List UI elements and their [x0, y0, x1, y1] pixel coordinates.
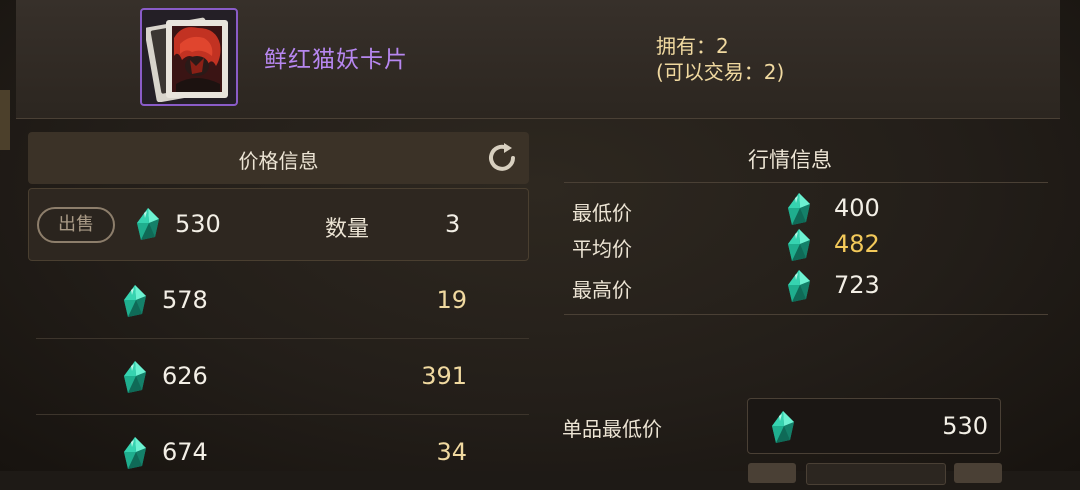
gem-icon [770, 410, 796, 444]
unit-price-input[interactable]: 530 [747, 398, 1001, 454]
lowest-price-value: 400 [834, 194, 880, 222]
gem-icon [786, 269, 812, 303]
divider [564, 314, 1048, 315]
listing-row[interactable]: 578 19 [36, 262, 529, 339]
sell-tag[interactable]: 出售 [37, 207, 115, 243]
listing-price: 578 [162, 286, 208, 314]
gem-icon [786, 192, 812, 226]
owned-count: 拥有：2 (可以交易：2) [656, 33, 784, 85]
my-listing-qty: 3 [445, 210, 461, 238]
unit-price-value: 530 [942, 412, 988, 440]
market-info-panel: 行情信息 最低价 400 平均价 482 最高价 723 单品最低价 530 [540, 120, 1080, 471]
gem-icon [135, 207, 161, 241]
average-price-label: 平均价 [572, 237, 632, 261]
quantity-label: 数量 [325, 217, 370, 242]
refresh-icon[interactable] [485, 141, 519, 175]
tradeable-text: (可以交易：2) [656, 60, 785, 84]
my-listing-price: 530 [175, 210, 221, 238]
price-info-panel: 价格信息 出售 530 数量 3 578 19 626 391 674 34 [28, 132, 529, 471]
listing-qty: 34 [436, 438, 467, 466]
divider [564, 182, 1048, 183]
price-info-title: 价格信息 [238, 149, 319, 173]
listing-price: 674 [162, 438, 208, 466]
unit-min-price-label: 单品最低价 [562, 417, 662, 441]
my-listing-row[interactable]: 出售 530 数量 3 [28, 188, 529, 261]
owned-text: 拥有：2 [656, 34, 729, 58]
listing-row[interactable]: 626 391 [36, 338, 529, 415]
price-info-header: 价格信息 [28, 132, 529, 184]
gem-icon [122, 436, 148, 470]
listing-qty: 391 [421, 362, 467, 390]
average-price-value: 482 [834, 230, 880, 258]
lowest-price-label: 最低价 [572, 201, 632, 225]
quantity-field[interactable] [806, 463, 946, 485]
listing-row[interactable]: 674 34 [36, 414, 529, 490]
highest-price-value: 723 [834, 271, 880, 299]
highest-price-label: 最高价 [572, 278, 632, 302]
listing-qty: 19 [436, 286, 467, 314]
edge-decoration [0, 90, 10, 150]
gem-icon [786, 228, 812, 262]
item-name: 鲜红猫妖卡片 [264, 47, 408, 73]
quantity-increase-button[interactable] [954, 463, 1002, 483]
item-slot[interactable] [140, 8, 238, 106]
quantity-decrease-button[interactable] [748, 463, 796, 483]
card-icon [146, 17, 228, 102]
listing-price: 626 [162, 362, 208, 390]
gem-icon [122, 284, 148, 318]
market-info-title: 行情信息 [748, 148, 832, 172]
gem-icon [122, 360, 148, 394]
